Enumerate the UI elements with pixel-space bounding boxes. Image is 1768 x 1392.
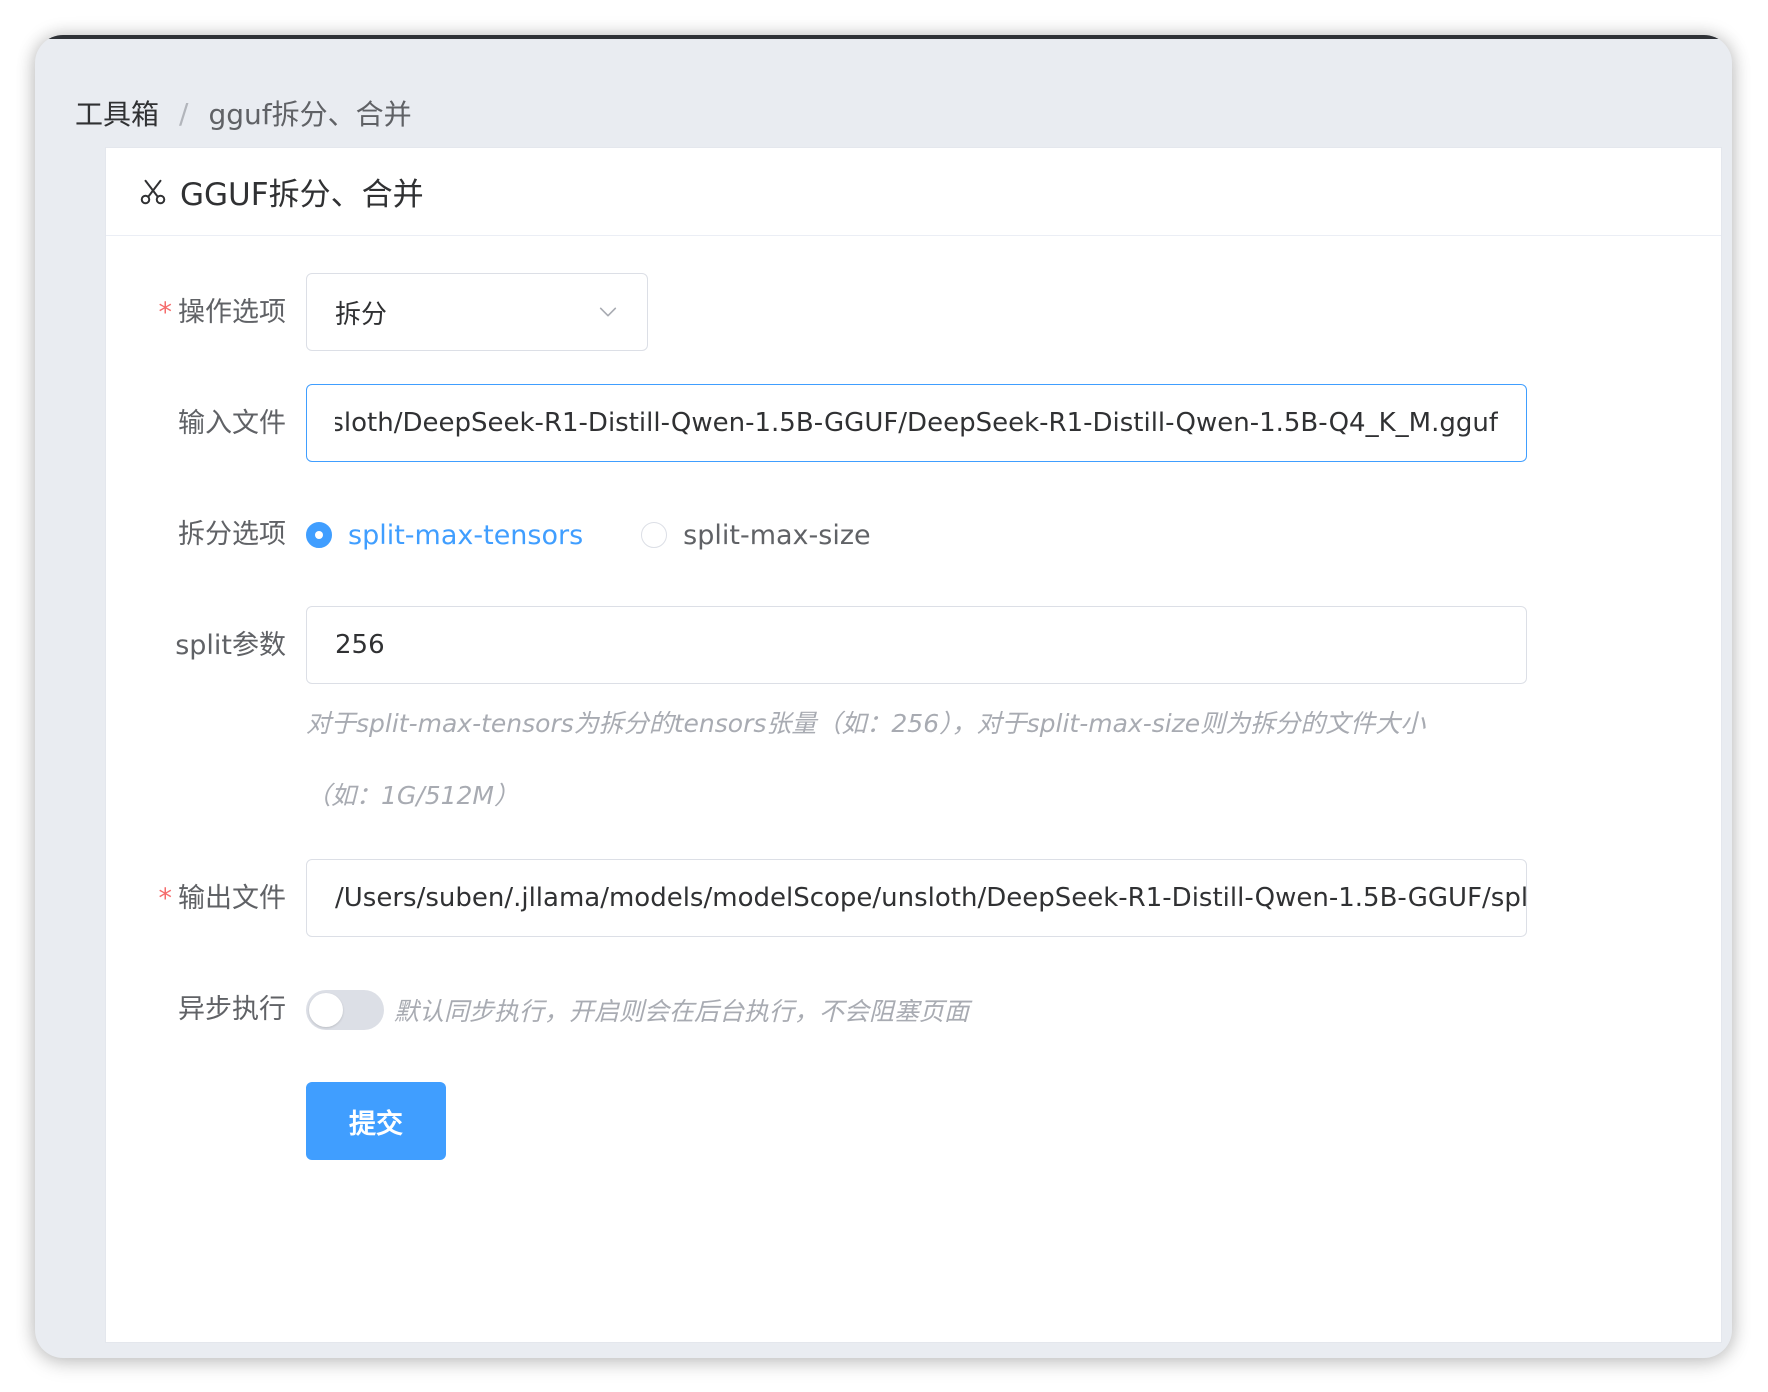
operation-select-value: 拆分	[335, 299, 388, 330]
input-file-label: 输入文件	[178, 408, 286, 439]
card-title: GGUF拆分、合并	[180, 177, 424, 213]
radio-unchecked-icon	[641, 522, 668, 548]
required-mark: *	[158, 883, 173, 914]
submit-button[interactable]: 提交	[306, 1082, 446, 1160]
async-toggle[interactable]	[306, 990, 384, 1030]
breadcrumb-current: gguf拆分、合并	[208, 98, 412, 131]
output-file-value: /Users/suben/.jllama/models/modelScope/u…	[335, 883, 1527, 913]
breadcrumb-separator: /	[179, 96, 189, 130]
toggle-knob	[309, 993, 343, 1027]
radio-checked-icon	[306, 522, 332, 548]
required-mark: *	[158, 297, 173, 328]
output-file-label: * 输出文件	[158, 883, 287, 914]
breadcrumb-root[interactable]: 工具箱	[75, 93, 159, 133]
radio-split-max-tensors[interactable]: split-max-tensors	[306, 520, 583, 551]
radio-split-max-size[interactable]: split-max-size	[641, 519, 871, 551]
split-param-value: 256	[335, 630, 385, 660]
radio-label: split-max-tensors	[348, 519, 584, 551]
operation-select[interactable]: 拆分	[306, 273, 648, 351]
split-option-radio-group: split-max-tensors split-max-size	[306, 495, 929, 575]
split-merge-card: GGUF拆分、合并 *操作选项 拆分 输入文件 odelscope/uns	[105, 147, 1722, 1343]
scissors-icon	[140, 179, 166, 204]
output-file-field[interactable]: /Users/suben/.jllama/models/modelScope/u…	[306, 859, 1527, 937]
window-top-border	[35, 35, 1732, 39]
chevron-down-icon	[599, 307, 617, 317]
radio-label: split-max-size	[683, 519, 871, 551]
operation-label: * 操作选项	[158, 297, 287, 328]
split-param-hint: 对于split-max-tensors为拆分的tensors张量（如：256），…	[306, 709, 1426, 810]
card-header: GGUF拆分、合并	[106, 148, 1721, 236]
async-hint: 默认同步执行，开启则会在后台执行，不会阻塞页面	[394, 997, 970, 1026]
split-option-label: 拆分选项	[178, 519, 286, 550]
input-file-value: odelscope/unsloth/DeepSeek-R1-Distill-Qw…	[335, 408, 1498, 438]
async-label: 异步执行	[178, 994, 286, 1025]
breadcrumb: 工具箱 / gguf拆分、合并	[75, 93, 412, 133]
input-file-field[interactable]: odelscope/unsloth/DeepSeek-R1-Distill-Qw…	[306, 384, 1527, 462]
split-param-input[interactable]: 256	[306, 606, 1527, 684]
app-window: 工具箱 / gguf拆分、合并 GGUF拆分、合并 * 操作选项 拆分 输入文件…	[35, 35, 1732, 1358]
split-param-label: split参数	[175, 630, 286, 661]
